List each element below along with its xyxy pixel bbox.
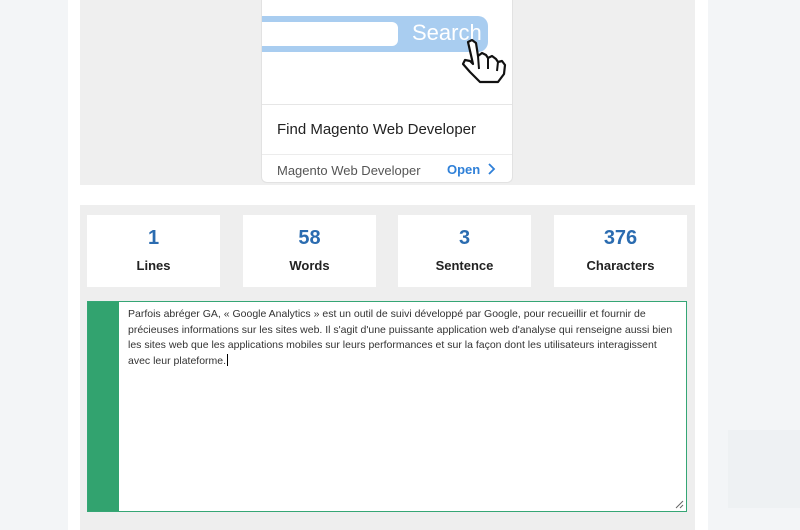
- text-caret: [227, 353, 229, 366]
- stat-sentences-value: 3: [458, 227, 471, 249]
- resize-handle-icon[interactable]: [675, 500, 684, 509]
- editor-gutter: [88, 302, 119, 511]
- stat-words: 58 Words: [243, 215, 376, 287]
- text-input-content: Parfois abréger GA, « Google Analytics »…: [128, 308, 673, 367]
- stat-words-value: 58: [298, 227, 321, 249]
- ad-card[interactable]: Search Find Magento Web Developer Magent…: [261, 0, 513, 183]
- stat-lines: 1 Lines: [87, 215, 220, 287]
- word-counter-tool: 1 Lines 58 Words 3 Sentence 376 Characte…: [80, 205, 695, 530]
- stat-characters-label: Characters: [586, 258, 655, 273]
- stat-sentences-label: Sentence: [435, 258, 494, 273]
- ad-image[interactable]: Search: [262, 0, 512, 105]
- side-panel: [728, 430, 800, 508]
- ad-open-link[interactable]: Open: [447, 162, 480, 177]
- stat-lines-label: Lines: [136, 258, 171, 273]
- ad-title[interactable]: Find Magento Web Developer: [277, 121, 476, 138]
- ad-footer: Magento Web Developer Open: [262, 154, 512, 182]
- stat-characters-value: 376: [603, 227, 638, 249]
- text-input-area[interactable]: Parfois abréger GA, « Google Analytics »…: [119, 302, 686, 511]
- stat-lines-value: 1: [147, 227, 160, 249]
- ad-section: Search Find Magento Web Developer Magent…: [80, 0, 695, 185]
- stat-words-label: Words: [289, 258, 330, 273]
- ad-image-search-box: [262, 22, 398, 46]
- page-container: Search Find Magento Web Developer Magent…: [68, 0, 708, 530]
- chevron-right-icon[interactable]: [484, 162, 498, 176]
- stat-characters: 376 Characters: [554, 215, 687, 287]
- text-editor: Parfois abréger GA, « Google Analytics »…: [87, 301, 687, 512]
- stat-sentences: 3 Sentence: [398, 215, 531, 287]
- pointer-hand-icon: [461, 38, 507, 84]
- ad-advertiser: Magento Web Developer: [277, 163, 421, 178]
